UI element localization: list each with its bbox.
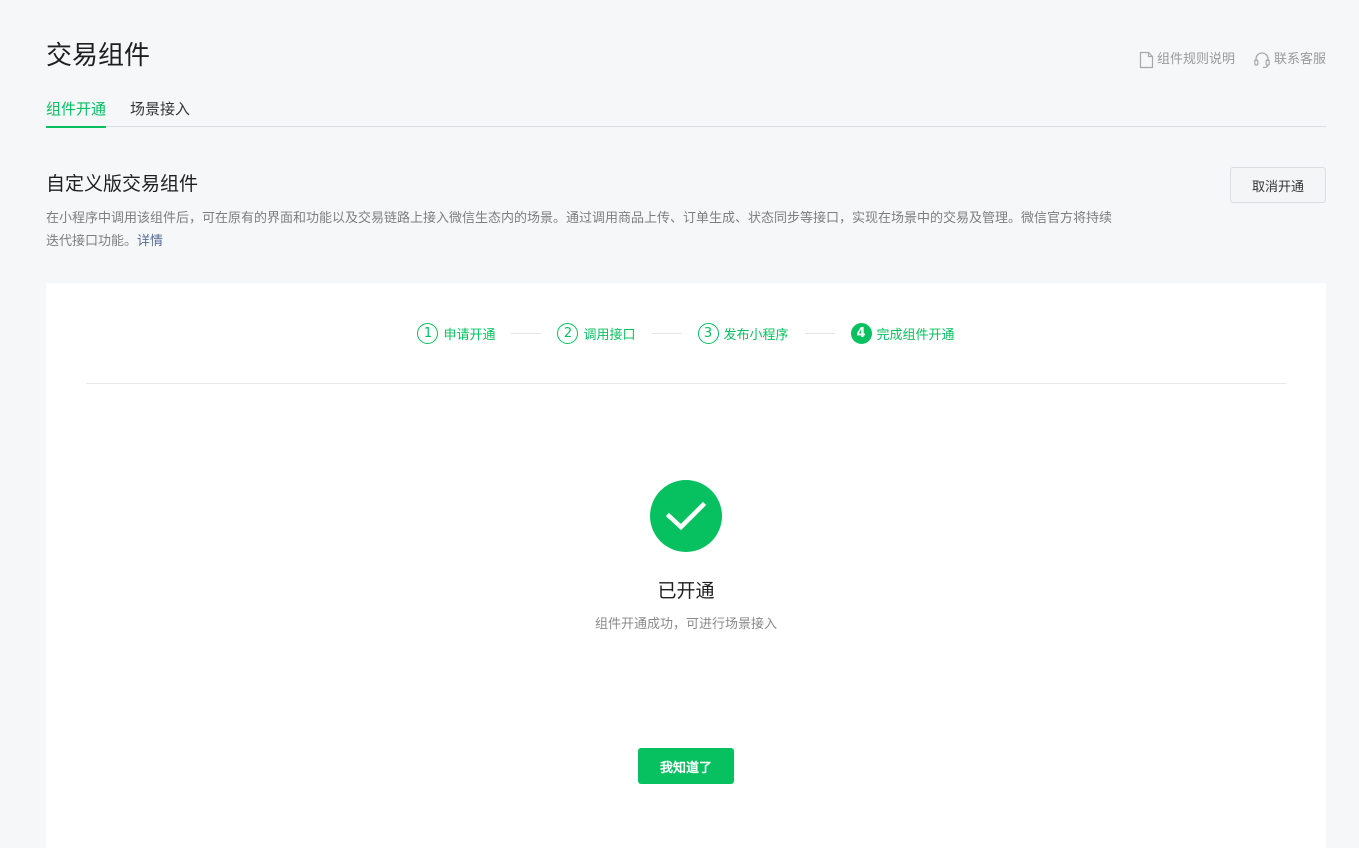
step-4-label: 完成组件开通 bbox=[876, 327, 955, 343]
divider bbox=[86, 383, 1286, 384]
result-title: 已开通 bbox=[657, 580, 715, 602]
step-4: 4 完成组件开通 bbox=[850, 322, 955, 344]
top-links: 组件规则说明 联系客服 bbox=[1139, 50, 1326, 70]
step-3-number: 3 bbox=[697, 322, 719, 344]
contact-service-label: 联系客服 bbox=[1273, 52, 1326, 67]
step-indicator: 1 申请开通 2 调用接口 3 发布小程序 4 完成组件开通 bbox=[46, 321, 1326, 345]
section-description: 在小程序中调用该组件后，可在原有的界面和功能以及交易链路上接入微信生态内的场景。… bbox=[46, 207, 1116, 253]
activation-card: 1 申请开通 2 调用接口 3 发布小程序 4 完成组件开通 已开通 组件开通成… bbox=[46, 283, 1326, 848]
step-connector bbox=[511, 332, 542, 334]
step-4-number: 4 bbox=[850, 322, 872, 344]
section-description-text: 在小程序中调用该组件后，可在原有的界面和功能以及交易链路上接入微信生态内的场景。… bbox=[46, 211, 1113, 249]
step-1-number: 1 bbox=[417, 322, 439, 344]
success-check-icon bbox=[650, 480, 722, 552]
step-2-label: 调用接口 bbox=[583, 327, 636, 343]
tab-bar: 组件开通 场景接入 bbox=[46, 96, 1326, 128]
document-icon bbox=[1139, 51, 1154, 69]
result-description: 组件开通成功，可进行场景接入 bbox=[594, 617, 777, 632]
tab-component-activation[interactable]: 组件开通 bbox=[46, 96, 107, 128]
contact-service-link[interactable]: 联系客服 bbox=[1253, 50, 1326, 70]
acknowledge-button[interactable]: 我知道了 bbox=[638, 748, 734, 784]
tab-scene-access[interactable]: 场景接入 bbox=[130, 96, 190, 127]
step-connector bbox=[804, 332, 835, 334]
rules-link-label: 组件规则说明 bbox=[1156, 52, 1235, 67]
step-1: 1 申请开通 bbox=[417, 322, 496, 344]
page-title: 交易组件 bbox=[46, 41, 151, 71]
cancel-activation-button[interactable]: 取消开通 bbox=[1230, 167, 1326, 203]
section-title: 自定义版交易组件 bbox=[46, 173, 199, 195]
page: 交易组件 组件规则说明 联系客服 组件开通 场景接入 自定义版交易组件 在小程序… bbox=[0, 0, 1359, 848]
rules-link[interactable]: 组件规则说明 bbox=[1139, 50, 1235, 70]
headset-icon bbox=[1253, 51, 1271, 69]
step-2: 2 调用接口 bbox=[557, 322, 636, 344]
step-2-number: 2 bbox=[557, 322, 579, 344]
step-3-label: 发布小程序 bbox=[723, 327, 789, 343]
step-connector bbox=[651, 332, 682, 334]
step-3: 3 发布小程序 bbox=[697, 322, 789, 344]
step-1-label: 申请开通 bbox=[443, 327, 496, 343]
detail-link[interactable]: 详情 bbox=[137, 234, 163, 249]
